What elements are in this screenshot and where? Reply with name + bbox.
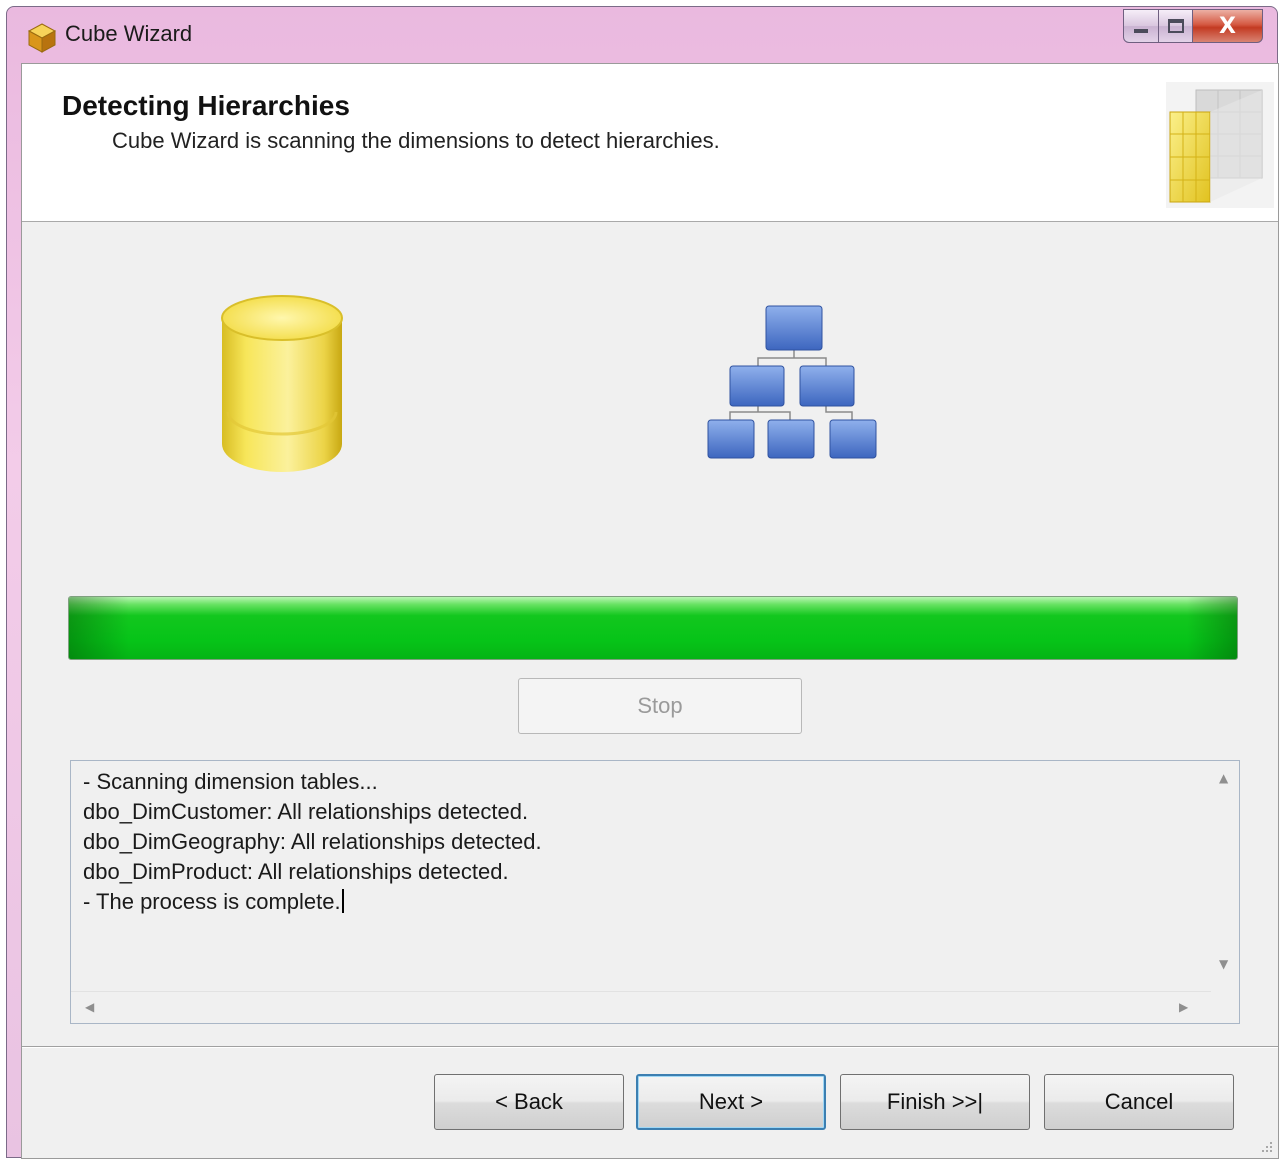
- stop-button[interactable]: Stop: [518, 678, 802, 734]
- title-bar[interactable]: Cube Wizard X: [7, 7, 1277, 63]
- log-line: dbo_DimCustomer: All relationships detec…: [83, 799, 529, 824]
- minimize-icon: [1134, 29, 1148, 33]
- next-button[interactable]: Next >: [636, 1074, 826, 1130]
- log-line: - Scanning dimension tables...: [83, 769, 378, 794]
- cube-grid-icon: [1166, 82, 1274, 208]
- finish-button[interactable]: Finish >>|: [840, 1074, 1030, 1130]
- page-subtitle: Cube Wizard is scanning the dimensions t…: [112, 128, 720, 153]
- vertical-scrollbar[interactable]: ▲ ▼: [1209, 761, 1239, 987]
- maximize-icon: [1167, 19, 1184, 33]
- log-line: dbo_DimGeography: All relationships dete…: [83, 829, 542, 854]
- horizontal-scrollbar[interactable]: ◀ ▶: [71, 991, 1211, 1023]
- scroll-down-icon[interactable]: ▼: [1219, 957, 1228, 971]
- back-button[interactable]: < Back: [434, 1074, 624, 1130]
- footer-divider: [22, 1046, 1278, 1048]
- page-title: Detecting Hierarchies: [62, 90, 350, 121]
- text-caret: [341, 889, 344, 913]
- cancel-button[interactable]: Cancel: [1044, 1074, 1234, 1130]
- maximize-button[interactable]: [1159, 9, 1193, 43]
- scroll-left-icon[interactable]: ◀: [85, 1000, 94, 1014]
- wizard-header: Detecting Hierarchies Cube Wizard is sca…: [22, 64, 1278, 222]
- close-icon: X: [1219, 13, 1236, 39]
- close-button[interactable]: X: [1193, 9, 1263, 43]
- resize-grip-icon[interactable]: [1260, 1140, 1274, 1154]
- wizard-window: Cube Wizard X Detecting Hierarchies Cube…: [6, 6, 1279, 1159]
- scroll-up-icon[interactable]: ▲: [1219, 771, 1228, 785]
- status-log[interactable]: - Scanning dimension tables... dbo_DimCu…: [70, 760, 1240, 1024]
- log-line: - The process is complete.: [83, 889, 341, 914]
- database-cylinder-icon: [221, 295, 343, 472]
- window-controls: X: [1123, 9, 1263, 43]
- minimize-button[interactable]: [1123, 9, 1159, 43]
- log-line: dbo_DimProduct: All relationships detect…: [83, 859, 509, 884]
- status-log-text: - Scanning dimension tables... dbo_DimCu…: [83, 767, 1203, 987]
- scroll-right-icon[interactable]: ▶: [1179, 1000, 1188, 1014]
- progress-bar-fill: [69, 597, 1237, 659]
- wizard-body: Detecting Hierarchies Cube Wizard is sca…: [21, 63, 1279, 1159]
- cube-icon: [27, 23, 57, 53]
- hierarchy-icon: [707, 305, 877, 459]
- window-title: Cube Wizard: [65, 21, 193, 46]
- progress-bar: [68, 596, 1238, 660]
